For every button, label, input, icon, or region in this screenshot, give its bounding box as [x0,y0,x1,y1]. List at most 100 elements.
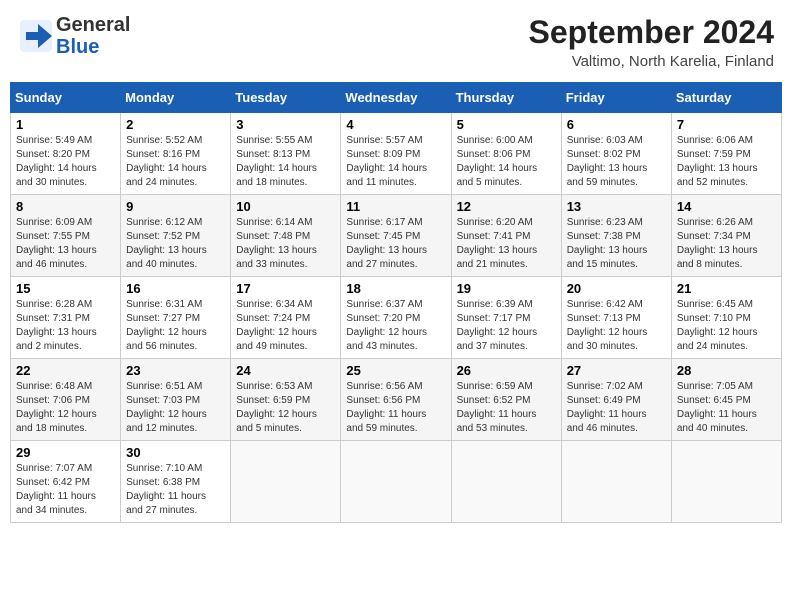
day-number: 16 [126,281,225,296]
col-header-wednesday: Wednesday [341,83,451,113]
calendar-cell: 28 Sunrise: 7:05 AMSunset: 6:45 PMDayligh… [671,359,781,441]
day-number: 14 [677,199,776,214]
calendar-cell: 27Sunrise: 7:02 AMSunset: 6:49 PMDayligh… [561,359,671,441]
day-info: Sunrise: 6:00 AMSunset: 8:06 PMDaylight:… [457,134,556,190]
calendar-cell: 7Sunrise: 6:06 AMSunset: 7:59 PMDaylight… [671,113,781,195]
day-info: Sunrise: 6:45 AMSunset: 7:10 PMDaylight:… [677,298,776,354]
col-header-tuesday: Tuesday [231,83,341,113]
day-info: Sunrise: 6:09 AMSunset: 7:55 PMDaylight:… [16,216,115,272]
day-info: Sunrise: 7:05 AMSunset: 6:45 PMDaylight:… [677,380,776,436]
day-number: 18 [346,281,445,296]
calendar-cell: 25Sunrise: 6:56 AMSunset: 6:56 PMDayligh… [341,359,451,441]
calendar-cell [231,441,341,523]
calendar-cell: 26 Sunrise: 6:59 AMSunset: 6:52 PMDayligh… [451,359,561,441]
logo-general: General [56,14,130,36]
col-header-saturday: Saturday [671,83,781,113]
day-number: 13 [567,199,666,214]
day-info: Sunrise: 6:12 AMSunset: 7:52 PMDaylight:… [126,216,225,272]
day-number: 7 [677,117,776,132]
calendar-cell: 29Sunrise: 7:07 AMSunset: 6:42 PMDayligh… [11,441,121,523]
calendar-cell [561,441,671,523]
calendar-cell: 15 Sunrise: 6:28 AMSunset: 7:31 PMDayligh… [11,277,121,359]
day-number: 2 [126,117,225,132]
calendar-cell: 8Sunrise: 6:09 AMSunset: 7:55 PMDaylight… [11,195,121,277]
day-info: Sunrise: 6:20 AMSunset: 7:41 PMDaylight:… [457,216,556,272]
day-info: Sunrise: 6:03 AMSunset: 8:02 PMDaylight:… [567,134,666,190]
calendar-cell: 21 Sunrise: 6:45 AMSunset: 7:10 PMDayligh… [671,277,781,359]
logo-icon [18,18,54,54]
calendar-table: SundayMondayTuesdayWednesdayThursdayFrid… [10,82,782,523]
calendar-cell: 24 Sunrise: 6:53 AMSunset: 6:59 PMDayligh… [231,359,341,441]
day-number: 11 [346,199,445,214]
day-number: 30 [126,445,225,460]
day-info: Sunrise: 6:59 AMSunset: 6:52 PMDaylight:… [457,380,556,436]
main-title: September 2024 [529,14,774,51]
day-number: 15 [16,281,115,296]
day-info: Sunrise: 7:10 AMSunset: 6:38 PMDaylight:… [126,462,225,518]
calendar-cell: 4 Sunrise: 5:57 AMSunset: 8:09 PMDaylight… [341,113,451,195]
day-number: 4 [346,117,445,132]
calendar-cell [671,441,781,523]
day-info: Sunrise: 6:28 AMSunset: 7:31 PMDaylight:… [16,298,115,354]
logo: General Blue [18,14,130,58]
calendar-cell: 5 Sunrise: 6:00 AMSunset: 8:06 PMDaylight… [451,113,561,195]
day-info: Sunrise: 5:52 AMSunset: 8:16 PMDaylight:… [126,134,225,190]
day-number: 26 [457,363,556,378]
day-info: Sunrise: 6:17 AMSunset: 7:45 PMDaylight:… [346,216,445,272]
day-number: 5 [457,117,556,132]
subtitle: Valtimo, North Karelia, Finland [529,53,774,70]
calendar-cell: 30 Sunrise: 7:10 AMSunset: 6:38 PMDayligh… [121,441,231,523]
calendar-cell [451,441,561,523]
day-number: 17 [236,281,335,296]
calendar-cell: 13 Sunrise: 6:23 AMSunset: 7:38 PMDayligh… [561,195,671,277]
calendar-cell: 6 Sunrise: 6:03 AMSunset: 8:02 PMDaylight… [561,113,671,195]
day-info: Sunrise: 6:37 AMSunset: 7:20 PMDaylight:… [346,298,445,354]
calendar-cell [341,441,451,523]
calendar-cell: 14 Sunrise: 6:26 AMSunset: 7:34 PMDayligh… [671,195,781,277]
day-info: Sunrise: 6:34 AMSunset: 7:24 PMDaylight:… [236,298,335,354]
day-info: Sunrise: 7:07 AMSunset: 6:42 PMDaylight:… [16,462,115,518]
day-info: Sunrise: 6:31 AMSunset: 7:27 PMDaylight:… [126,298,225,354]
title-block: September 2024 Valtimo, North Karelia, F… [529,14,774,70]
col-header-monday: Monday [121,83,231,113]
day-number: 28 [677,363,776,378]
day-number: 1 [16,117,115,132]
calendar-cell: 1 Sunrise: 5:49 AMSunset: 8:20 PMDaylight… [11,113,121,195]
calendar-cell: 3 Sunrise: 5:55 AMSunset: 8:13 PMDaylight… [231,113,341,195]
day-number: 6 [567,117,666,132]
calendar-cell: 10 Sunrise: 6:14 AMSunset: 7:48 PMDayligh… [231,195,341,277]
day-info: Sunrise: 6:14 AMSunset: 7:48 PMDaylight:… [236,216,335,272]
day-number: 21 [677,281,776,296]
col-header-thursday: Thursday [451,83,561,113]
day-number: 19 [457,281,556,296]
calendar-cell: 23Sunrise: 6:51 AMSunset: 7:03 PMDayligh… [121,359,231,441]
day-info: Sunrise: 6:56 AMSunset: 6:56 PMDaylight:… [346,380,445,436]
day-info: Sunrise: 6:23 AMSunset: 7:38 PMDaylight:… [567,216,666,272]
calendar-cell: 19 Sunrise: 6:39 AMSunset: 7:17 PMDayligh… [451,277,561,359]
calendar-cell: 12 Sunrise: 6:20 AMSunset: 7:41 PMDayligh… [451,195,561,277]
calendar-header: SundayMondayTuesdayWednesdayThursdayFrid… [11,83,782,113]
day-number: 12 [457,199,556,214]
day-info: Sunrise: 6:39 AMSunset: 7:17 PMDaylight:… [457,298,556,354]
logo-blue: Blue [56,36,99,58]
day-info: Sunrise: 5:49 AMSunset: 8:20 PMDaylight:… [16,134,115,190]
day-number: 3 [236,117,335,132]
day-number: 10 [236,199,335,214]
calendar-cell: 22Sunrise: 6:48 AMSunset: 7:06 PMDayligh… [11,359,121,441]
calendar-cell: 11 Sunrise: 6:17 AMSunset: 7:45 PMDayligh… [341,195,451,277]
calendar-cell: 16 Sunrise: 6:31 AMSunset: 7:27 PMDayligh… [121,277,231,359]
day-info: Sunrise: 5:57 AMSunset: 8:09 PMDaylight:… [346,134,445,190]
day-number: 24 [236,363,335,378]
day-info: Sunrise: 6:51 AMSunset: 7:03 PMDaylight:… [126,380,225,436]
calendar-cell: 2 Sunrise: 5:52 AMSunset: 8:16 PMDaylight… [121,113,231,195]
col-header-sunday: Sunday [11,83,121,113]
calendar-cell: 17 Sunrise: 6:34 AMSunset: 7:24 PMDayligh… [231,277,341,359]
calendar-cell: 9Sunrise: 6:12 AMSunset: 7:52 PMDaylight… [121,195,231,277]
day-info: Sunrise: 6:48 AMSunset: 7:06 PMDaylight:… [16,380,115,436]
day-info: Sunrise: 6:26 AMSunset: 7:34 PMDaylight:… [677,216,776,272]
day-info: Sunrise: 6:53 AMSunset: 6:59 PMDaylight:… [236,380,335,436]
day-number: 20 [567,281,666,296]
day-info: Sunrise: 6:42 AMSunset: 7:13 PMDaylight:… [567,298,666,354]
day-info: Sunrise: 7:02 AMSunset: 6:49 PMDaylight:… [567,380,666,436]
day-info: Sunrise: 5:55 AMSunset: 8:13 PMDaylight:… [236,134,335,190]
